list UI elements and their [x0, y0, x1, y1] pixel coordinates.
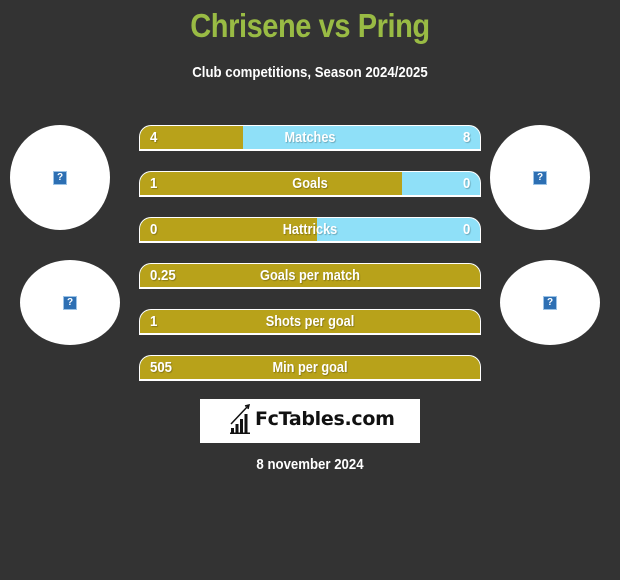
stat-label: Hattricks — [282, 221, 338, 238]
stat-row-goals: 1 Goals 0 — [139, 171, 481, 197]
stat-row-shots-per-goal: 1 Shots per goal — [139, 309, 481, 335]
stat-row-goals-per-match: 0.25 Goals per match — [139, 263, 481, 289]
broken-image-icon: ? — [543, 295, 557, 310]
stat-row-hattricks: 0 Hattricks 0 — [139, 217, 481, 243]
stat-row-min-per-goal: 505 Min per goal — [139, 355, 481, 381]
left-team-logo[interactable]: ? — [10, 125, 110, 230]
broken-image-icon: ? — [63, 295, 77, 310]
bar-chart-icon — [230, 404, 251, 434]
logo-text: FcTables.com — [255, 408, 395, 430]
stat-label: Shots per goal — [265, 313, 355, 330]
report-date: 8 november 2024 — [256, 456, 364, 473]
stat-label: Goals — [292, 175, 328, 192]
right-team-logo[interactable]: ? — [490, 125, 590, 230]
right-team-secondary-logo[interactable]: ? — [500, 260, 600, 345]
broken-image-icon: ? — [533, 170, 547, 185]
fctables-logo-link[interactable]: FcTables.com — [200, 399, 420, 443]
broken-image-icon: ? — [53, 170, 67, 185]
left-team-secondary-logo[interactable]: ? — [20, 260, 120, 345]
right-value: 0 — [462, 175, 470, 192]
stat-label: Matches — [284, 129, 336, 146]
left-value: 1 — [150, 175, 158, 192]
left-value: 1 — [150, 313, 158, 330]
stat-row-matches: 4 Matches 8 — [139, 125, 481, 151]
left-value: 4 — [150, 129, 158, 146]
competition-subtitle: Club competitions, Season 2024/2025 — [192, 64, 428, 81]
page-title: Chrisene vs Pring — [190, 7, 430, 44]
stat-label: Goals per match — [260, 267, 360, 284]
stat-label: Min per goal — [272, 359, 348, 376]
left-value: 0 — [150, 221, 158, 238]
right-value: 8 — [462, 129, 470, 146]
right-value: 0 — [462, 221, 470, 238]
